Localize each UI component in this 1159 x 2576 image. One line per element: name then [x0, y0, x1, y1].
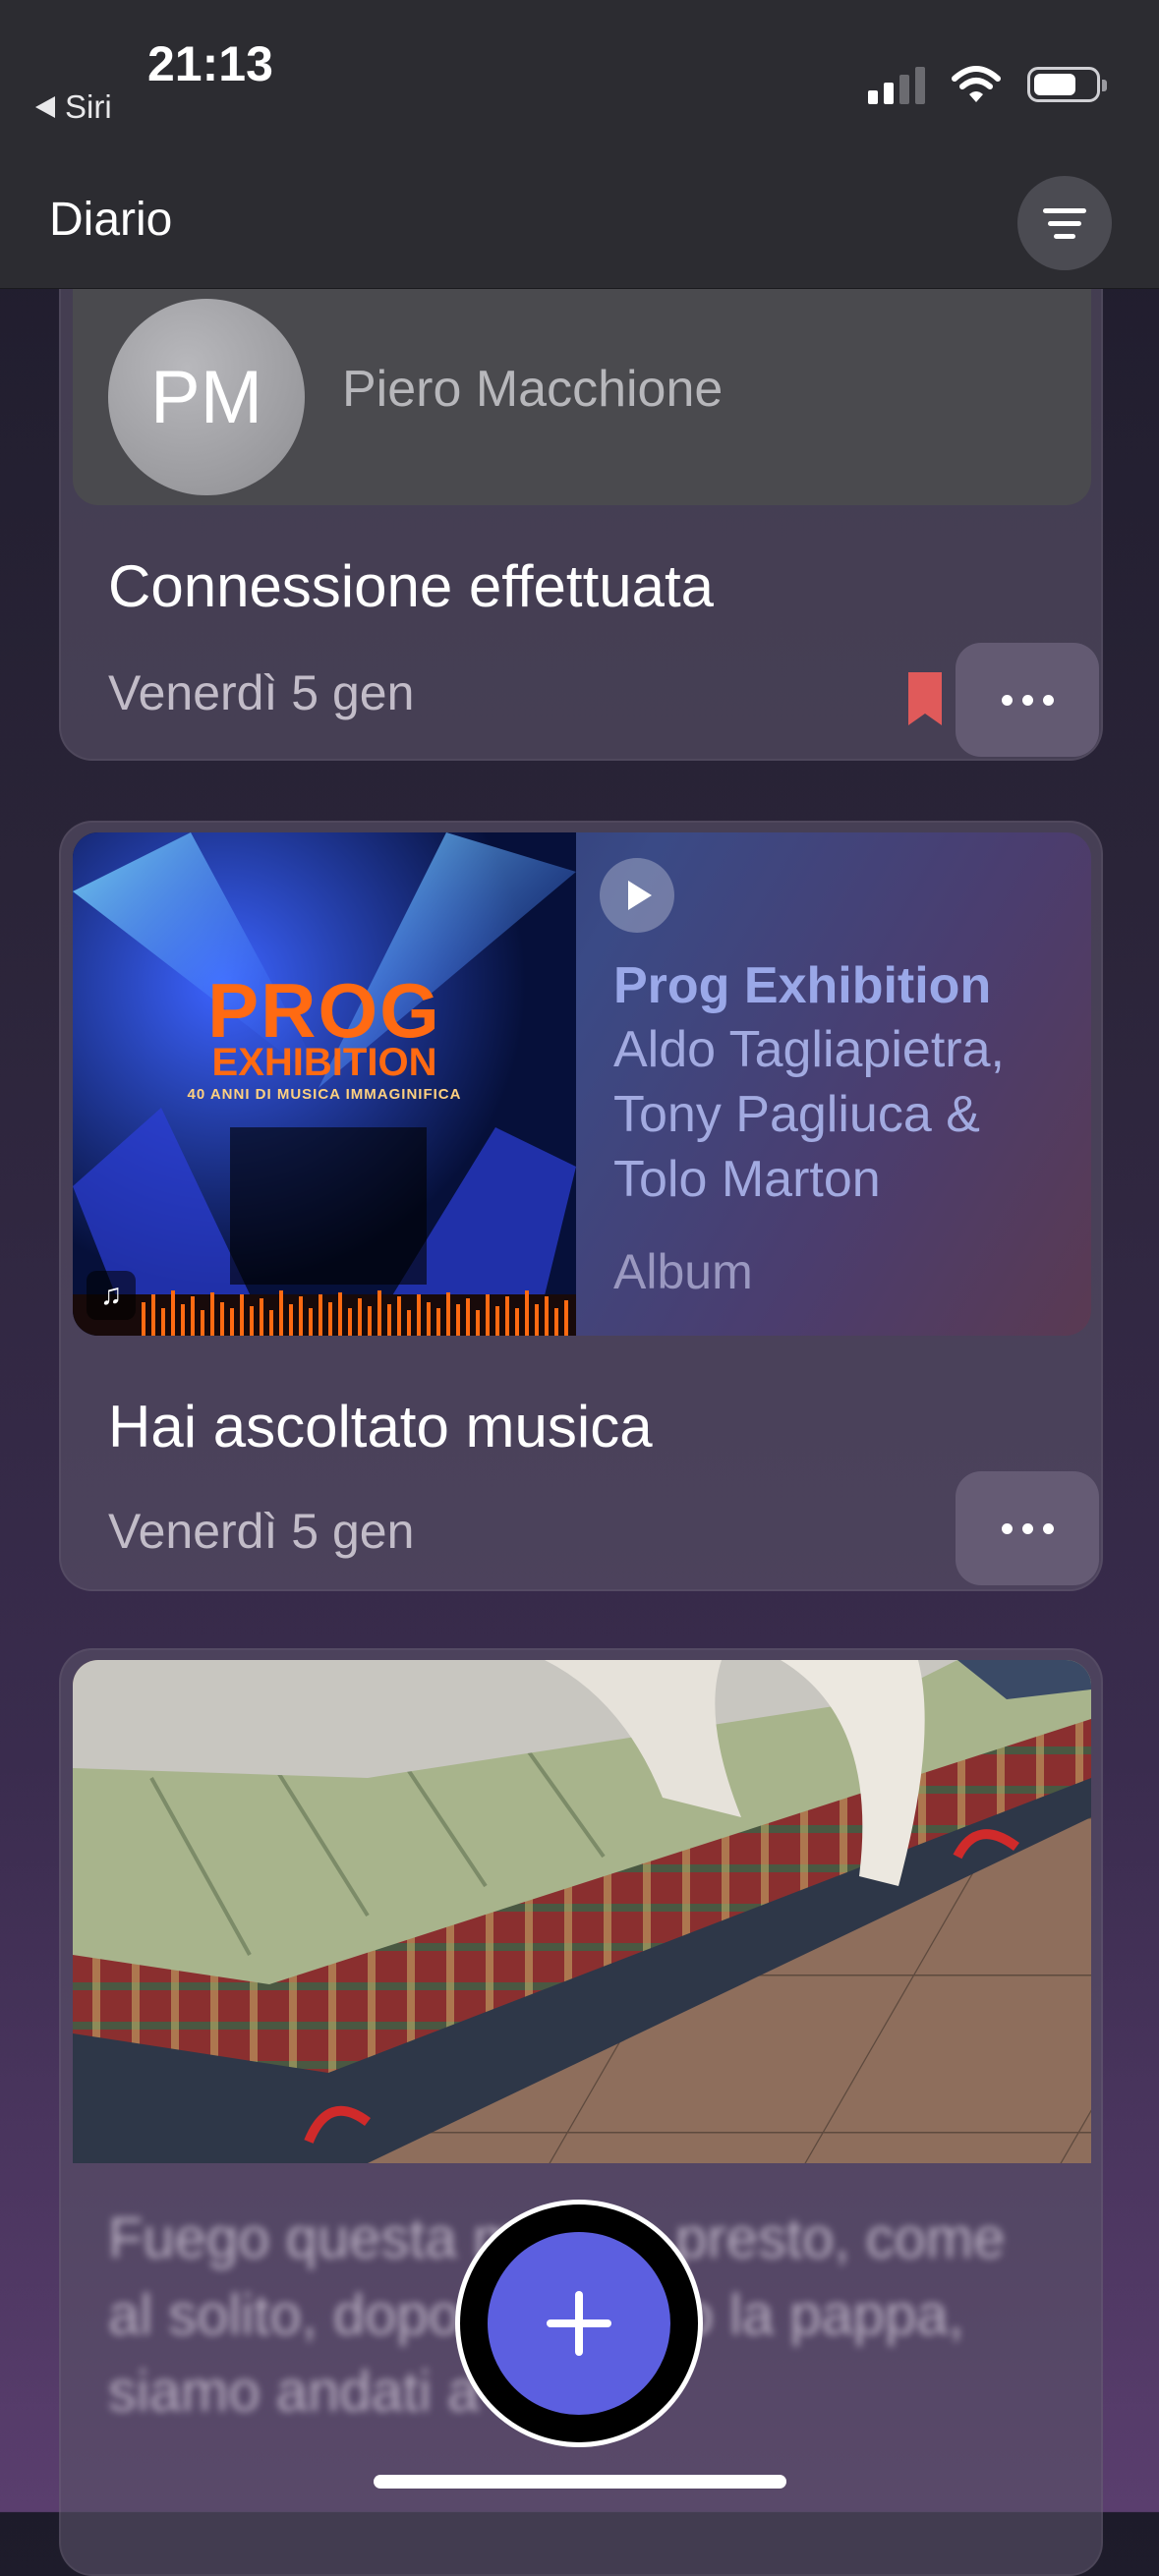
status-time: 21:13	[147, 36, 273, 91]
journal-entry-card[interactable]: PM Piero Macchione Connessione effettuat…	[59, 226, 1103, 761]
ellipsis-icon	[1001, 694, 1013, 706]
battery-icon	[1027, 67, 1107, 102]
contact-name: Piero Macchione	[342, 361, 724, 418]
page-title: Diario	[49, 194, 173, 246]
back-label: Siri	[65, 88, 112, 125]
top-bar: 21:13 Siri Diario	[0, 0, 1159, 289]
back-arrow-icon	[35, 96, 55, 118]
status-icons	[868, 65, 1107, 104]
cellular-signal-icon	[868, 65, 925, 104]
avatar: PM	[108, 299, 305, 495]
more-options-button[interactable]	[956, 1471, 1099, 1585]
wifi-icon	[952, 66, 1001, 102]
plus-icon	[488, 2232, 670, 2415]
add-entry-button[interactable]	[460, 2204, 698, 2442]
filter-button[interactable]	[1017, 176, 1112, 270]
album-kind: Album	[613, 1244, 753, 1299]
more-options-button[interactable]	[956, 643, 1099, 757]
ellipsis-icon	[1001, 1522, 1013, 1534]
album-art-subtitle: EXHIBITION	[211, 1041, 437, 1084]
photo-dog-on-bed	[73, 1660, 1091, 2163]
play-button[interactable]	[600, 858, 674, 933]
entry-title: Hai ascoltato musica	[108, 1394, 653, 1460]
photo-preview[interactable]	[73, 1660, 1091, 2163]
album-art: PROG EXHIBITION 40 ANNI DI MUSICA IMMAGI…	[73, 832, 576, 1336]
music-note-icon: ♫	[87, 1271, 136, 1320]
bookmark-icon	[908, 672, 942, 725]
music-preview[interactable]: PROG EXHIBITION 40 ANNI DI MUSICA IMMAGI…	[73, 832, 1091, 1336]
album-art-tagline: 40 ANNI DI MUSICA IMMAGINIFICA	[187, 1086, 462, 1103]
home-indicator[interactable]	[374, 2475, 786, 2489]
filter-lines-icon	[1043, 207, 1086, 213]
album-title: Prog Exhibition	[613, 957, 992, 1014]
journal-entry-card[interactable]: PROG EXHIBITION 40 ANNI DI MUSICA IMMAGI…	[59, 821, 1103, 1591]
entry-date: Venerdì 5 gen	[108, 1504, 415, 1559]
back-to-siri-link[interactable]: Siri	[35, 88, 112, 126]
album-artist: Aldo Tagliapietra, Tony Pagliuca & Tolo …	[613, 1021, 1005, 1208]
entry-date: Venerdì 5 gen	[108, 665, 415, 720]
entry-title: Connessione effettuata	[108, 553, 715, 619]
